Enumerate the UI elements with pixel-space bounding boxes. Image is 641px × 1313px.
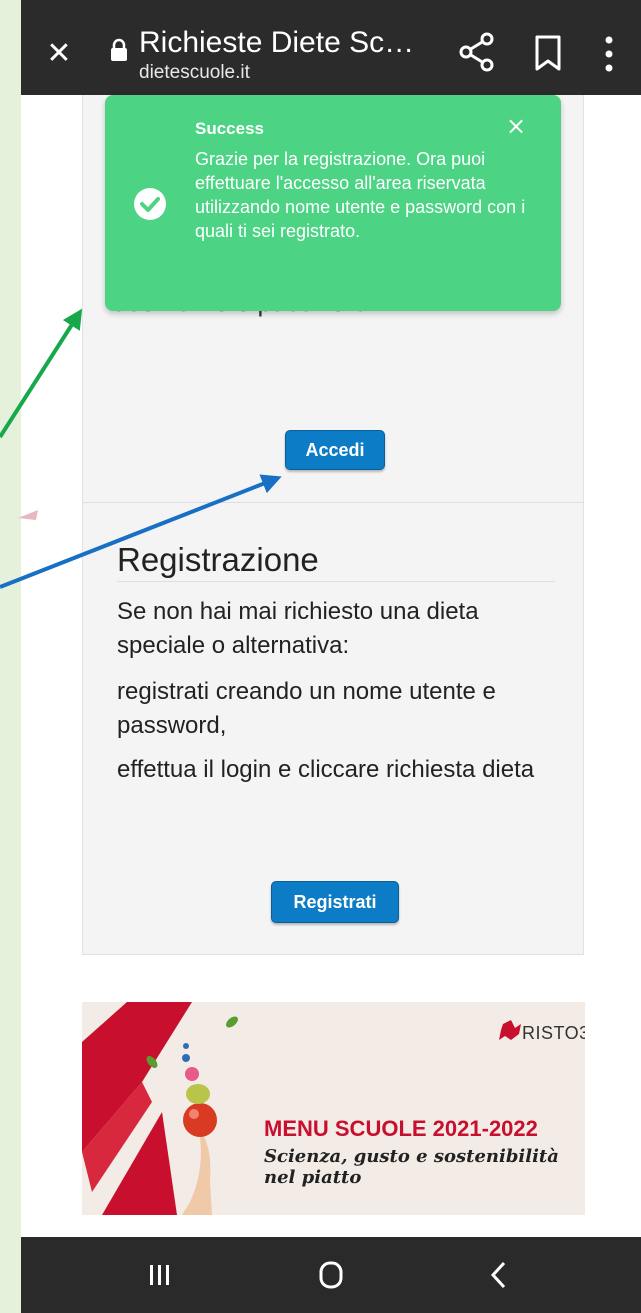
more-vert-icon[interactable] [599, 34, 619, 74]
share-icon[interactable] [457, 30, 497, 74]
recents-icon[interactable] [139, 1255, 179, 1295]
toast-close-icon[interactable]: × [503, 113, 529, 139]
android-nav-bar [21, 1237, 641, 1313]
registration-text: effettua il login e cliccare richiesta d… [117, 756, 535, 783]
registration-text: Se non hai mai richiesto una dieta speci… [117, 598, 479, 659]
banner-title: MENU SCUOLE 2021-2022 [264, 1116, 538, 1141]
registration-card: Registrazione Se non hai mai richiesto u… [82, 503, 584, 955]
check-circle-icon [134, 188, 166, 220]
toast-message: Grazie per la registrazione. Ora puoi ef… [195, 149, 526, 241]
success-toast: Success Grazie per la registrazione. Ora… [105, 95, 561, 311]
registration-text: registrati creando un nome utente e pass… [117, 678, 496, 739]
logo-text: RISTO3 [522, 1023, 585, 1043]
browser-toolbar: ✕ Richieste Diete Sc… dietescuole.it [21, 0, 641, 95]
lock-icon [111, 38, 127, 61]
registrati-button[interactable]: Registrati [271, 881, 399, 923]
home-icon[interactable] [311, 1255, 351, 1295]
close-icon[interactable]: ✕ [39, 34, 79, 74]
back-icon[interactable] [479, 1255, 519, 1295]
phone-screen: ✕ Richieste Diete Sc… dietescuole.it use… [21, 0, 641, 1313]
toast-title: Success [195, 119, 264, 138]
bookmark-icon[interactable] [533, 34, 563, 72]
accedi-button[interactable]: Accedi [285, 430, 385, 470]
divider [117, 581, 555, 582]
registration-title: Registrazione [117, 541, 319, 578]
menu-banner[interactable]: RISTO3 MENU SCUOLE 2021-2022 Scienza, gu… [82, 1002, 585, 1215]
page-title: Richieste Diete Sc… [139, 26, 415, 59]
banner-subtitle: Scienza, gusto e sostenibilità nel piatt… [264, 1146, 559, 1188]
page-url: dietescuole.it [139, 62, 250, 83]
